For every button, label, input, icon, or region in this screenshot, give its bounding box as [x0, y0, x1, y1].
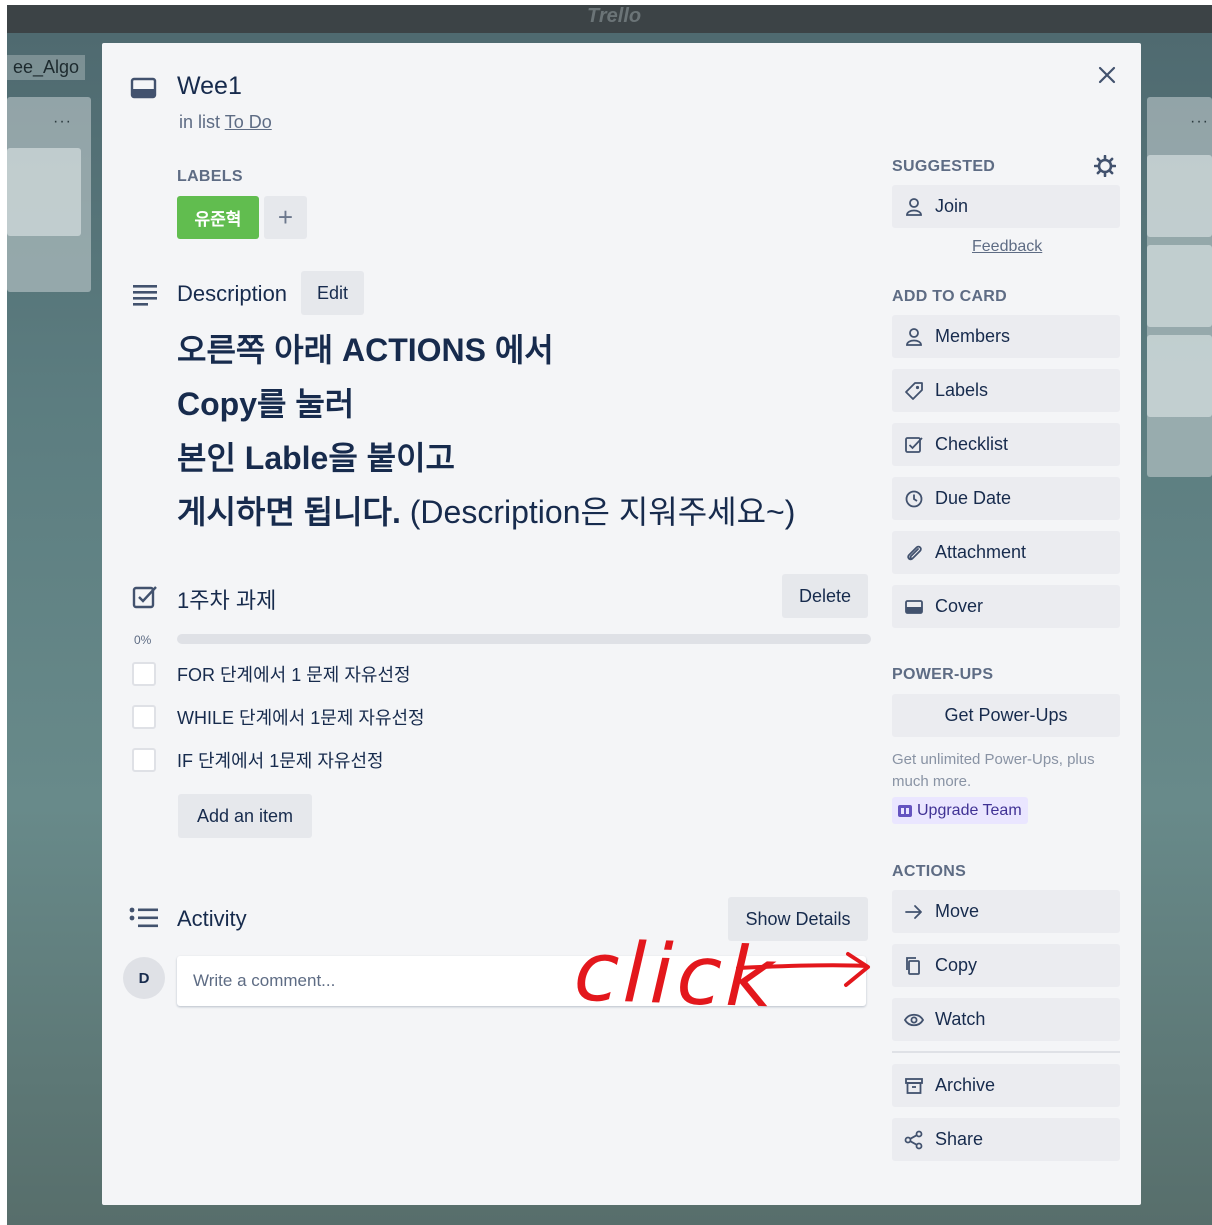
upgrade-team-label: Upgrade Team: [917, 801, 1022, 819]
share-label: Share: [935, 1129, 984, 1149]
board-card-right: [1147, 155, 1212, 237]
labels-button[interactable]: Labels: [892, 369, 1120, 412]
gear-icon[interactable]: [1094, 155, 1116, 177]
feedback-link[interactable]: Feedback: [972, 238, 1042, 256]
checklist-progress-percent: 0%: [134, 633, 152, 647]
paperclip-icon: [907, 545, 922, 561]
ellipsis-icon[interactable]: ···: [1190, 113, 1209, 131]
description-line-normal: (Description은 지워주세요~): [400, 494, 796, 530]
cover-icon: [905, 600, 923, 614]
upgrade-icon: [898, 804, 912, 817]
due-date-button[interactable]: Due Date: [892, 477, 1120, 520]
board-header-bar: Trello: [7, 5, 1212, 33]
archive-button[interactable]: Archive: [892, 1064, 1120, 1107]
card-list-location: in list To Do: [179, 112, 272, 133]
add-label-button[interactable]: +: [264, 196, 307, 239]
move-label: Move: [935, 901, 980, 921]
checklist-icon: [132, 586, 157, 609]
avatar[interactable]: D: [123, 957, 165, 999]
checklist-progress-bar: [177, 634, 871, 644]
description-line: Copy를 눌러: [177, 386, 355, 422]
watch-button[interactable]: Watch: [892, 998, 1120, 1041]
archive-icon: [905, 1078, 923, 1094]
checklist-item[interactable]: WHILE 단계에서 1문제 자유선정: [132, 702, 425, 732]
list-name-link[interactable]: To Do: [225, 112, 272, 132]
actions-divider: [892, 1051, 1120, 1053]
description-line: 본인 Lable을 붙이고: [177, 440, 455, 476]
join-label: Join: [935, 196, 969, 216]
labels-label: Labels: [935, 380, 989, 400]
activity-icon: [129, 907, 158, 928]
in-list-prefix: in list: [179, 112, 221, 132]
board-name[interactable]: ee_Algo: [7, 55, 86, 80]
checklist-item-text[interactable]: FOR 단계에서 1 문제 자유선정: [177, 661, 411, 687]
power-ups-note: Get unlimited Power-Ups, plus much more.: [892, 751, 1095, 790]
share-icon: [904, 1130, 923, 1150]
close-icon[interactable]: [1095, 63, 1119, 87]
members-button[interactable]: Members: [892, 315, 1120, 358]
card-title[interactable]: Wee1: [177, 72, 242, 101]
card-detail-modal: Wee1 in list To Do LABELS 유준혁 + Descript…: [102, 43, 1141, 1205]
description-body[interactable]: 오른쪽 아래 ACTIONS 에서 Copy를 눌러 본인 Lable을 붙이고…: [177, 328, 897, 544]
checklist-item-checkbox[interactable]: [132, 748, 156, 772]
get-power-ups-label: Get Power-Ups: [944, 705, 1068, 725]
power-ups-heading: POWER-UPS: [892, 666, 994, 683]
due-date-label: Due Date: [935, 488, 1012, 508]
tag-icon: [905, 382, 923, 400]
checklist-item[interactable]: IF 단계에서 1문제 자유선정: [132, 745, 384, 775]
board-card-right: [1147, 335, 1212, 417]
description-icon: [133, 285, 157, 306]
checklist-delete-button[interactable]: Delete: [782, 574, 868, 618]
cover-button[interactable]: Cover: [892, 585, 1120, 628]
description-title: Description: [177, 281, 288, 306]
trello-logo[interactable]: Trello: [587, 5, 641, 28]
members-label: Members: [935, 326, 1011, 346]
board-card-right: [1147, 245, 1212, 327]
checklist-button[interactable]: Checklist: [892, 423, 1120, 466]
archive-label: Archive: [935, 1075, 996, 1095]
copy-icon: [906, 957, 920, 975]
checklist-item[interactable]: FOR 단계에서 1 문제 자유선정: [132, 659, 411, 689]
checklist-item-text[interactable]: WHILE 단계에서 1문제 자유선정: [177, 704, 425, 730]
cover-label: Cover: [935, 596, 984, 616]
checklist-item-checkbox[interactable]: [132, 662, 156, 686]
checklist-item-checkbox[interactable]: [132, 705, 156, 729]
board-card-left: [7, 148, 81, 236]
attachment-button[interactable]: Attachment: [892, 531, 1120, 574]
checklist-title[interactable]: 1주차 과제: [177, 583, 276, 615]
join-button[interactable]: Join: [892, 185, 1120, 228]
arrow-right-icon: [905, 905, 922, 919]
suggested-heading: SUGGESTED: [892, 158, 996, 175]
upgrade-team-button[interactable]: Upgrade Team: [892, 797, 1028, 824]
labels-heading: LABELS: [177, 168, 243, 185]
move-button[interactable]: Move: [892, 890, 1120, 933]
description-line-bold: 게시하면 됩니다.: [177, 494, 401, 530]
checklist-icon: [905, 437, 923, 453]
person-icon: [906, 198, 922, 216]
handwritten-click-annotation: click: [572, 924, 779, 1027]
activity-title: Activity: [177, 906, 247, 931]
share-button[interactable]: Share: [892, 1118, 1120, 1161]
watch-label: Watch: [935, 1009, 986, 1029]
description-edit-button[interactable]: Edit: [301, 271, 364, 315]
label-chip[interactable]: 유준혁: [177, 196, 259, 239]
ellipsis-icon[interactable]: ···: [53, 113, 72, 131]
eye-icon: [904, 1013, 924, 1027]
copy-button[interactable]: Copy: [892, 944, 1120, 987]
copy-label: Copy: [935, 955, 978, 975]
attachment-label: Attachment: [935, 542, 1027, 562]
add-to-card-heading: ADD TO CARD: [892, 288, 1008, 305]
actions-heading: ACTIONS: [892, 863, 967, 880]
description-line: 오른쪽 아래 ACTIONS 에서: [177, 332, 554, 368]
get-power-ups-button[interactable]: Get Power-Ups: [892, 694, 1120, 737]
person-icon: [906, 328, 922, 346]
checklist-item-text[interactable]: IF 단계에서 1문제 자유선정: [177, 747, 384, 773]
clock-icon: [905, 490, 923, 508]
card-icon: [130, 77, 157, 99]
description-line: 게시하면 됩니다. (Description은 지워주세요~): [177, 490, 897, 544]
checklist-label: Checklist: [935, 434, 1009, 454]
add-checklist-item-button[interactable]: Add an item: [178, 794, 312, 838]
